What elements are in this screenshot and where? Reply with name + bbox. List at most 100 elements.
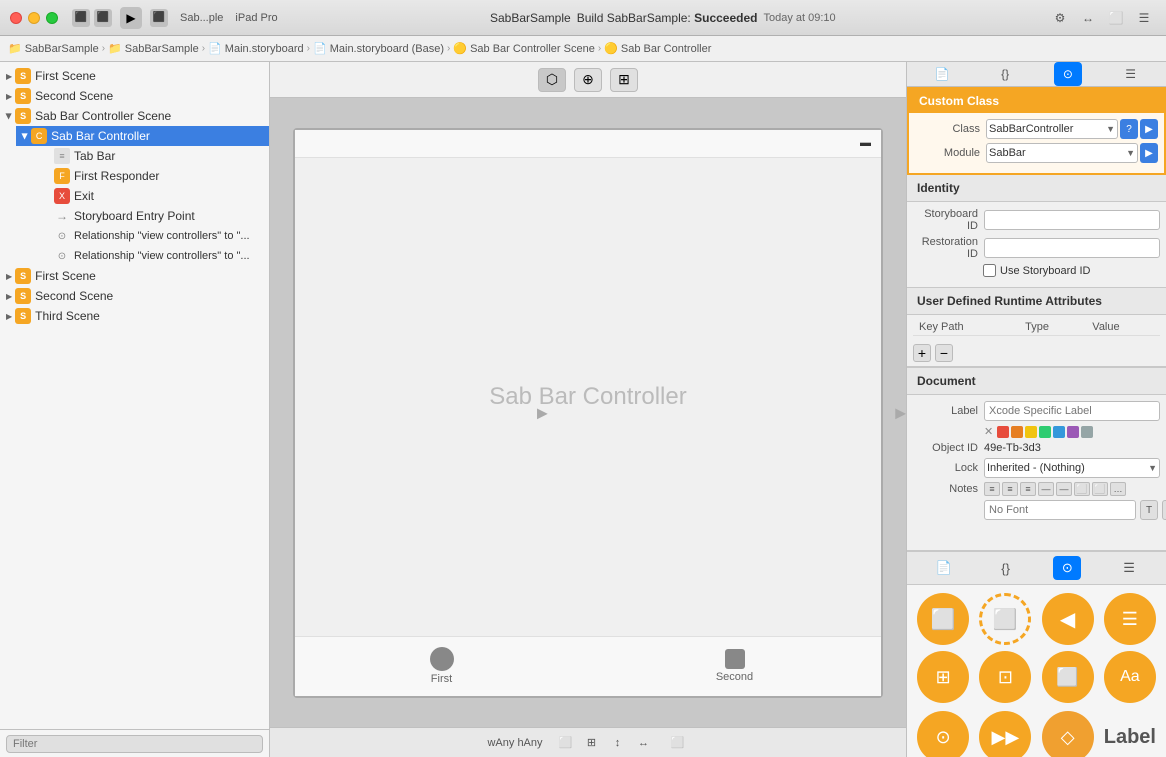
timestamp: Today at 09:10 bbox=[763, 12, 835, 24]
object-circle-6[interactable]: ⬜ bbox=[1042, 651, 1094, 703]
object-circle-3[interactable]: ☰ bbox=[1104, 593, 1156, 645]
use-storyboard-checkbox[interactable] bbox=[983, 264, 996, 277]
notes-icon-2[interactable]: ≡ bbox=[1020, 482, 1036, 496]
notes-icon-5[interactable]: ⬜ bbox=[1074, 482, 1090, 496]
sidebar-item-relationship-1[interactable]: ⊙ Relationship "view controllers" to "..… bbox=[32, 226, 269, 246]
bottom-icon-1[interactable]: ⊞ bbox=[581, 734, 603, 752]
class-select[interactable]: SabBarController ▼ bbox=[986, 119, 1118, 139]
run-button[interactable]: ▶ bbox=[120, 7, 142, 29]
canvas-tool-1[interactable]: ⊕ bbox=[574, 68, 602, 92]
storyboard-id-input[interactable] bbox=[984, 210, 1160, 230]
minimize-button[interactable] bbox=[28, 12, 40, 24]
stop-button[interactable]: ⬛ bbox=[150, 9, 168, 27]
sidebar-label: Tab Bar bbox=[74, 149, 115, 163]
breadcrumb-item-4[interactable]: 🟡 Sab Bar Controller Scene bbox=[453, 42, 594, 55]
use-storyboard-label: Use Storyboard ID bbox=[1000, 265, 1090, 277]
forward-button[interactable]: ⬛ bbox=[94, 9, 112, 27]
font-type-button[interactable]: T bbox=[1140, 500, 1158, 520]
object-circle-2[interactable]: ◀ bbox=[1042, 593, 1094, 645]
object-circle-0[interactable]: ⬜ bbox=[917, 593, 969, 645]
sidebar-item-sab-bar-controller-scene[interactable]: ▶ S Sab Bar Controller Scene bbox=[0, 106, 269, 126]
build-label: Build SabBarSample: Succeeded bbox=[577, 11, 758, 25]
bottom-icons: ⬜ ⊞ ↕ ↔ bbox=[555, 734, 655, 752]
color-dot-gray[interactable] bbox=[1081, 426, 1093, 438]
lock-value: Inherited - (Nothing) bbox=[987, 462, 1085, 474]
layout-toggle[interactable]: ⬜ bbox=[1104, 6, 1128, 30]
notes-icon-6[interactable]: ⬜ bbox=[1092, 482, 1108, 496]
obj-tab-list[interactable]: ☰ bbox=[1115, 556, 1143, 580]
assistant-toggle[interactable]: ↔ bbox=[1076, 6, 1100, 30]
tab-label-second: Second bbox=[716, 671, 753, 683]
inspector-toggle[interactable]: ☰ bbox=[1132, 6, 1156, 30]
breadcrumb-item-5[interactable]: 🟡 Sab Bar Controller bbox=[604, 42, 711, 55]
color-dot-blue[interactable] bbox=[1053, 426, 1065, 438]
obj-tab-quick[interactable]: {} bbox=[992, 556, 1020, 580]
color-dot-purple[interactable] bbox=[1067, 426, 1079, 438]
canvas-tool-2[interactable]: ⊞ bbox=[610, 68, 638, 92]
module-select[interactable]: SabBar ▼ bbox=[986, 143, 1138, 163]
font-input[interactable] bbox=[984, 500, 1136, 520]
color-dot-red[interactable] bbox=[997, 426, 1009, 438]
x-mark[interactable]: ✕ bbox=[984, 425, 993, 438]
add-attr-button[interactable]: + bbox=[913, 344, 931, 362]
sidebar-item-storyboard-entry[interactable]: → Storyboard Entry Point bbox=[32, 206, 269, 226]
obj-tab-identity[interactable]: ⊙ bbox=[1053, 556, 1081, 580]
sidebar-item-third-scene[interactable]: ▶ S Third Scene bbox=[0, 306, 269, 326]
sidebar-item-sab-bar-controller[interactable]: ▶ C Sab Bar Controller bbox=[16, 126, 269, 146]
breadcrumb-item-3[interactable]: 📄 Main.storyboard (Base) bbox=[313, 42, 444, 55]
notes-icon-7[interactable]: … bbox=[1110, 482, 1126, 496]
close-button[interactable] bbox=[10, 12, 22, 24]
restoration-id-input[interactable] bbox=[984, 238, 1160, 258]
object-label-item[interactable]: Label bbox=[1104, 711, 1156, 757]
object-circle-7[interactable]: Aa bbox=[1104, 651, 1156, 703]
navigator-toggle[interactable]: ⚙ bbox=[1048, 6, 1072, 30]
sidebar-filter-input[interactable] bbox=[6, 735, 263, 753]
sidebar-item-first-scene[interactable]: ▶ S First Scene bbox=[0, 66, 269, 86]
lock-select[interactable]: Inherited - (Nothing) ▼ bbox=[984, 458, 1160, 478]
bottom-icon-2[interactable]: ↕ bbox=[607, 734, 629, 752]
canvas-tool-0[interactable]: ⬡ bbox=[538, 68, 566, 92]
sidebar-item-relationship-2[interactable]: ⊙ Relationship "view controllers" to "..… bbox=[32, 246, 269, 266]
right-tab-quick[interactable]: {} bbox=[991, 62, 1019, 86]
object-circle-9[interactable]: ▶▶ bbox=[979, 711, 1031, 757]
bottom-icon-3[interactable]: ↔ bbox=[633, 734, 655, 752]
bottom-icon-0[interactable]: ⬜ bbox=[555, 734, 577, 752]
sidebar-item-second-scene-2[interactable]: ▶ S Second Scene bbox=[0, 286, 269, 306]
sidebar-item-exit[interactable]: X Exit bbox=[32, 186, 269, 206]
bottom-icon-4[interactable]: ⬜ bbox=[667, 734, 689, 752]
notes-icon-3[interactable]: — bbox=[1038, 482, 1054, 496]
object-circle-5[interactable]: ⊡ bbox=[979, 651, 1031, 703]
label-input[interactable] bbox=[984, 401, 1160, 421]
class-help-button[interactable]: ? bbox=[1120, 119, 1138, 139]
right-tab-identity[interactable]: ⊙ bbox=[1054, 62, 1082, 86]
notes-icon-0[interactable]: ≡ bbox=[984, 482, 1000, 496]
font-up-button[interactable]: ▲ bbox=[1162, 500, 1166, 520]
object-circle-1[interactable]: ⬜ bbox=[979, 593, 1031, 645]
object-item-label: Label bbox=[1102, 711, 1158, 757]
sidebar-item-first-responder[interactable]: F First Responder bbox=[32, 166, 269, 186]
remove-attr-button[interactable]: − bbox=[935, 344, 953, 362]
right-tab-file[interactable]: 📄 bbox=[928, 62, 956, 86]
object-circle-10[interactable]: ◇ bbox=[1042, 711, 1094, 757]
breadcrumb-item-0[interactable]: 📁 SabBarSample bbox=[8, 42, 99, 55]
back-button[interactable]: ⬛ bbox=[72, 9, 90, 27]
notes-icon-1[interactable]: ≡ bbox=[1002, 482, 1018, 496]
module-action-button[interactable]: ▶ bbox=[1140, 143, 1158, 163]
sidebar-item-tab-bar[interactable]: ≡ Tab Bar bbox=[32, 146, 269, 166]
module-field-row: Module SabBar ▼ ▶ bbox=[915, 143, 1158, 163]
fullscreen-button[interactable] bbox=[46, 12, 58, 24]
color-dot-yellow[interactable] bbox=[1025, 426, 1037, 438]
breadcrumb-item-1[interactable]: 📁 SabBarSample bbox=[108, 42, 199, 55]
notes-icon-4[interactable]: — bbox=[1056, 482, 1072, 496]
object-label-icon: Label bbox=[1104, 726, 1156, 749]
color-dot-orange[interactable] bbox=[1011, 426, 1023, 438]
right-tab-attrs[interactable]: ☰ bbox=[1117, 62, 1145, 86]
obj-tab-file[interactable]: 📄 bbox=[930, 556, 958, 580]
object-circle-8[interactable]: ⊙ bbox=[917, 711, 969, 757]
color-dot-green[interactable] bbox=[1039, 426, 1051, 438]
sidebar-item-second-scene[interactable]: ▶ S Second Scene bbox=[0, 86, 269, 106]
sidebar-item-first-scene-2[interactable]: ▶ S First Scene bbox=[0, 266, 269, 286]
breadcrumb-item-2[interactable]: 📄 Main.storyboard bbox=[208, 42, 304, 55]
object-circle-4[interactable]: ⊞ bbox=[917, 651, 969, 703]
class-action-button[interactable]: ▶ bbox=[1140, 119, 1158, 139]
